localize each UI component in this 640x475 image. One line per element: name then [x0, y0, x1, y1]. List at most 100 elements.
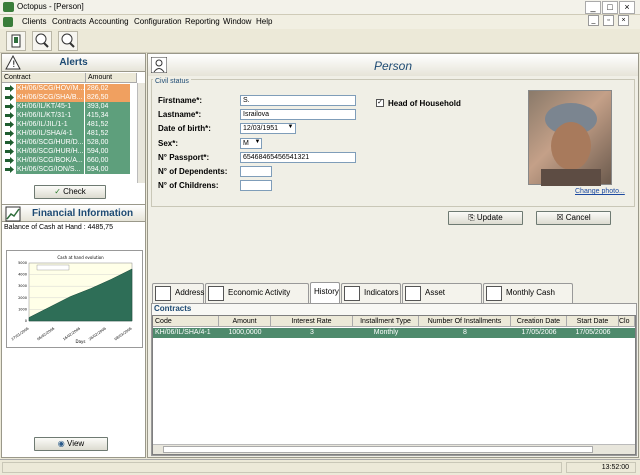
col-creation-date[interactable]: Creation Date: [511, 316, 567, 327]
maximize-button[interactable]: □: [602, 1, 618, 14]
alert-row[interactable]: KH/06/IL/KT/45-1 393,04: [5, 102, 137, 111]
col-installment-type[interactable]: Installment Type: [353, 316, 419, 327]
alert-amount: 415,34: [85, 111, 130, 120]
col-start-date[interactable]: Start Date: [567, 316, 619, 327]
tab-history[interactable]: History: [310, 282, 340, 303]
scrollbar-thumb[interactable]: [163, 446, 593, 453]
cell-creation-date: 17/05/2006: [521, 329, 557, 336]
cancel-label: Cancel: [565, 213, 591, 222]
tab-address[interactable]: Address: [152, 283, 204, 303]
alert-row[interactable]: KH/06/SCG/BOK/A... 660,00: [5, 156, 137, 165]
alerts-header: ! Alerts: [2, 54, 145, 72]
firstname-label: Firstname*:: [158, 96, 203, 105]
signpost-icon: [155, 286, 171, 301]
dependents-input[interactable]: [240, 166, 272, 177]
table-row[interactable]: KH/06/IL/SHA/4-1 1000,0000 3 Monthly 8 1…: [153, 328, 635, 338]
chart-y-tick: 2000: [18, 296, 27, 300]
sex-label: Sex*:: [158, 139, 179, 148]
menu-clients[interactable]: Clients: [22, 17, 46, 26]
col-code[interactable]: Code: [153, 316, 219, 327]
arrow-right-icon: [5, 166, 14, 173]
financial-header: Financial Information: [2, 204, 145, 222]
chart-x-tick: 06/02/2006: [36, 327, 55, 342]
firstname-input[interactable]: S.: [240, 95, 356, 106]
new-client-button[interactable]: [6, 31, 26, 51]
childrens-input[interactable]: [240, 180, 272, 191]
col-number-installments[interactable]: Number Of Installments: [419, 316, 511, 327]
cell-interest-rate: 3: [310, 329, 314, 336]
search-contract-button[interactable]: [58, 31, 78, 51]
alert-row[interactable]: KH/06/SCG/HUR/D... 528,00: [5, 138, 137, 147]
update-button[interactable]: ⎘ Update: [448, 211, 523, 225]
balance-text: Balance of Cash at Hand : 4485,75: [4, 224, 113, 231]
mdi-minimize-button[interactable]: _: [588, 15, 599, 26]
col-interest-rate[interactable]: Interest Rate: [271, 316, 353, 327]
col-amount[interactable]: Amount: [219, 316, 271, 327]
col-close-date[interactable]: Clo: [619, 316, 635, 327]
menu-reporting[interactable]: Reporting: [185, 17, 220, 26]
lastname-input[interactable]: Israilova: [240, 109, 356, 120]
chart-x-tick: 08/03/2006: [114, 327, 133, 342]
search-contract-icon: [61, 33, 75, 48]
chart-y-tick: 4000: [18, 273, 27, 277]
alert-row[interactable]: KH/06/SCG/HUR/H... 594,00: [5, 147, 137, 156]
menu-accounting[interactable]: Accounting: [89, 17, 129, 26]
dob-dropdown-icon[interactable]: ▼: [286, 124, 295, 133]
menu-configuration[interactable]: Configuration: [134, 17, 182, 26]
alert-row[interactable]: KH/06/SCG/SHA/B... 826,50: [5, 93, 137, 102]
alert-amount: 481,52: [85, 120, 130, 129]
tab-monthly-cash-flow[interactable]: Monthly Cash Flow: [483, 283, 573, 315]
alert-row[interactable]: KH/06/SCG/ION/S... 594,00: [5, 165, 137, 174]
alerts-col-contract[interactable]: Contract: [2, 73, 86, 83]
alert-contract: KH/06/SCG/HUR/H...: [16, 147, 84, 156]
person-panel: Person Civil status Firstname*: S. Lastn…: [147, 53, 639, 458]
arrow-right-icon: [5, 121, 14, 128]
cancel-button[interactable]: ☒ Cancel: [536, 211, 611, 225]
alert-contract: KH/06/SCG/SHA/B...: [16, 93, 84, 102]
alert-contract: KH/06/IL/KT/31-1: [16, 111, 84, 120]
search-client-button[interactable]: [32, 31, 52, 51]
menu-window[interactable]: Window: [223, 17, 251, 26]
pig-icon: [405, 286, 421, 301]
chart-title: Cash at hand evolution: [57, 255, 104, 260]
chart-y-tick: 5000: [18, 261, 27, 265]
tab-economic-activity[interactable]: Economic Activity: [205, 283, 309, 303]
change-photo-link[interactable]: Change photo...: [575, 188, 625, 195]
chart-y-tick: 0: [25, 319, 27, 323]
grid-horizontal-scrollbar[interactable]: [153, 444, 635, 454]
alerts-scrollbar[interactable]: [137, 83, 145, 183]
alert-row[interactable]: KH/06/IL/SHA/4-1 481,52: [5, 129, 137, 138]
minimize-button[interactable]: _: [585, 1, 601, 14]
alert-row[interactable]: KH/06/IL/KT/31-1 415,34: [5, 111, 137, 120]
civil-status-legend: Civil status: [153, 78, 191, 85]
check-label: Check: [63, 187, 86, 196]
contracts-title: Contracts: [154, 304, 192, 313]
alert-row[interactable]: KH/06/SCG/HOV/M... 286,02: [5, 84, 137, 93]
app-icon: [3, 2, 14, 12]
alerts-col-amount[interactable]: Amount: [86, 73, 137, 83]
person-photo-image: [541, 103, 601, 186]
check-button[interactable]: ✓ Check: [34, 185, 106, 199]
alert-amount: 528,00: [85, 138, 130, 147]
tab-asset-ownership[interactable]: Asset ownership: [402, 283, 482, 315]
chart-y-tick: 3000: [18, 284, 27, 288]
sex-dropdown-icon[interactable]: ▼: [253, 139, 262, 148]
menu-contracts[interactable]: Contracts: [52, 17, 86, 26]
alert-contract: KH/06/SCG/ION/S...: [16, 165, 84, 174]
mdi-restore-button[interactable]: ▫: [603, 15, 614, 26]
update-icon: ⎘: [468, 213, 477, 222]
alert-row[interactable]: KH/06/IL/JIL/1-1 481,52: [5, 120, 137, 129]
app-menu-icon[interactable]: [3, 17, 13, 27]
update-label: Update: [476, 213, 503, 222]
passport-input[interactable]: 65468465456541321: [240, 152, 356, 163]
indicators-icon: [344, 286, 360, 301]
view-button[interactable]: ◉ View: [34, 437, 108, 451]
menu-help[interactable]: Help: [256, 17, 272, 26]
mdi-close-button[interactable]: ×: [618, 15, 629, 26]
tab-indicators[interactable]: Indicators: [341, 283, 401, 303]
head-of-household-checkbox[interactable]: ✓: [376, 99, 384, 107]
passport-label: N° Passport*:: [158, 153, 210, 162]
close-button[interactable]: ×: [619, 1, 635, 14]
lastname-label: Lastname*:: [158, 110, 202, 119]
document-icon: [486, 286, 502, 301]
